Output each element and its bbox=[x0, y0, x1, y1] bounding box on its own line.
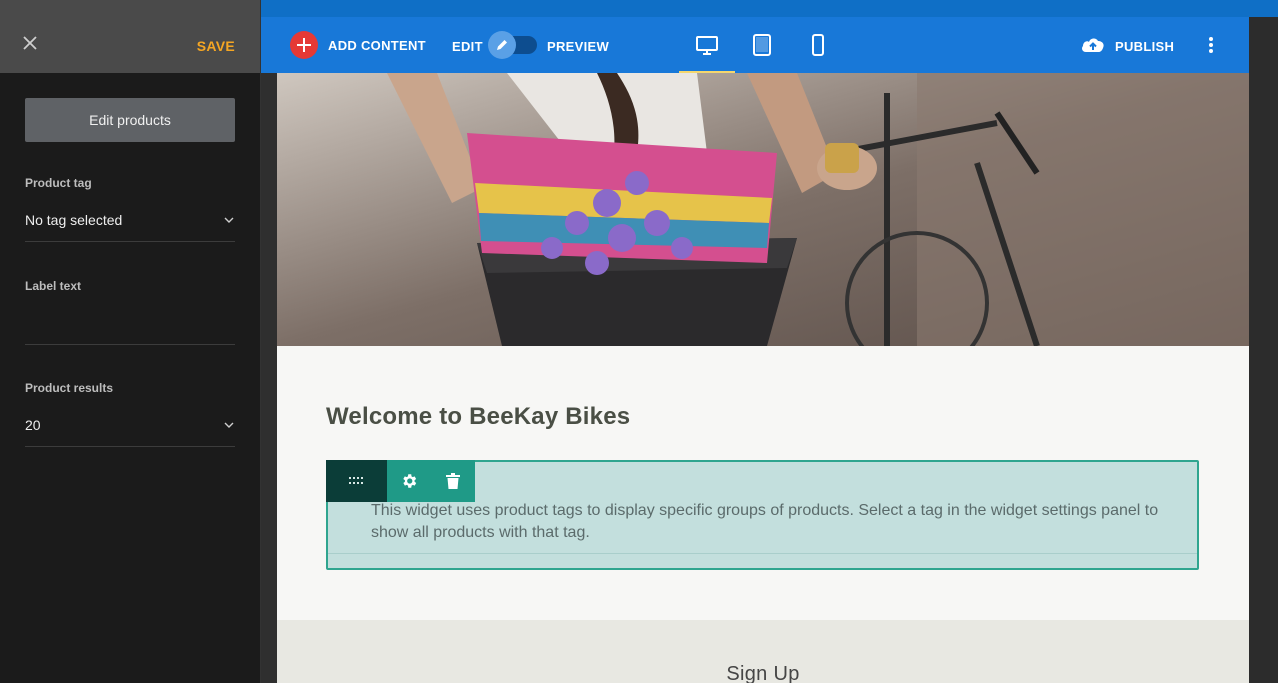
site-preview: Welcome to BeeKay Bikes xted This widget… bbox=[277, 73, 1249, 683]
trash-icon[interactable] bbox=[431, 460, 475, 502]
editor-toolbar: ADD CONTENT EDIT PREVIEW PUBLISH bbox=[261, 17, 1249, 73]
product-tag-value: No tag selected bbox=[25, 212, 123, 228]
product-tag-field: Product tag No tag selected bbox=[25, 176, 235, 242]
product-tag-label: Product tag bbox=[25, 176, 92, 190]
product-results-label: Product results bbox=[25, 381, 114, 395]
editor-top-strip bbox=[261, 0, 1278, 17]
signup-section: Sign Up bbox=[277, 620, 1249, 683]
add-content-icon[interactable] bbox=[290, 31, 318, 59]
label-text-label: Label text bbox=[25, 279, 82, 293]
product-results-value: 20 bbox=[25, 417, 41, 433]
tablet-icon bbox=[753, 34, 771, 56]
product-results-select[interactable]: 20 bbox=[25, 417, 235, 447]
settings-panel-header: SAVE bbox=[0, 0, 260, 73]
signup-heading: Sign Up bbox=[726, 663, 800, 683]
edit-products-button[interactable]: Edit products bbox=[25, 98, 235, 142]
editor-right-gutter bbox=[1249, 17, 1278, 683]
editor-left-gutter bbox=[261, 73, 277, 683]
publish-button[interactable]: PUBLISH bbox=[1115, 39, 1174, 54]
pencil-icon bbox=[488, 31, 516, 59]
desktop-view-button[interactable] bbox=[679, 17, 735, 73]
widget-toolbar bbox=[326, 460, 475, 502]
edit-mode-label: EDIT bbox=[452, 39, 483, 54]
label-text-input[interactable] bbox=[25, 297, 235, 345]
label-text-field: Label text bbox=[25, 279, 235, 345]
product-tag-select[interactable]: No tag selected bbox=[25, 212, 235, 242]
hero-image bbox=[277, 73, 1249, 346]
settings-panel: SAVE Edit products Product tag No tag se… bbox=[0, 0, 261, 683]
desktop-icon bbox=[696, 36, 718, 55]
product-results-field: Product results 20 bbox=[25, 381, 235, 447]
chevron-down-icon bbox=[224, 422, 234, 428]
add-content-button[interactable]: ADD CONTENT bbox=[328, 38, 426, 53]
widget-description: This widget uses product tags to display… bbox=[371, 502, 1159, 541]
more-vert-icon[interactable] bbox=[1203, 36, 1219, 54]
welcome-heading: Welcome to BeeKay Bikes bbox=[326, 403, 631, 430]
cloud-upload-icon[interactable] bbox=[1080, 34, 1106, 56]
mobile-icon bbox=[812, 34, 824, 56]
tablet-view-button[interactable] bbox=[734, 17, 790, 73]
gear-icon[interactable] bbox=[387, 460, 431, 502]
close-icon[interactable] bbox=[22, 35, 42, 55]
product-tag-widget[interactable]: xted This widget uses product tags to di… bbox=[326, 460, 1199, 570]
save-button[interactable]: SAVE bbox=[197, 38, 235, 54]
chevron-down-icon bbox=[224, 217, 234, 223]
widget-divider bbox=[328, 553, 1197, 554]
mobile-view-button[interactable] bbox=[790, 17, 846, 73]
drag-handle-icon[interactable] bbox=[326, 460, 387, 502]
edit-preview-toggle[interactable] bbox=[488, 31, 537, 59]
preview-mode-label[interactable]: PREVIEW bbox=[547, 39, 609, 54]
